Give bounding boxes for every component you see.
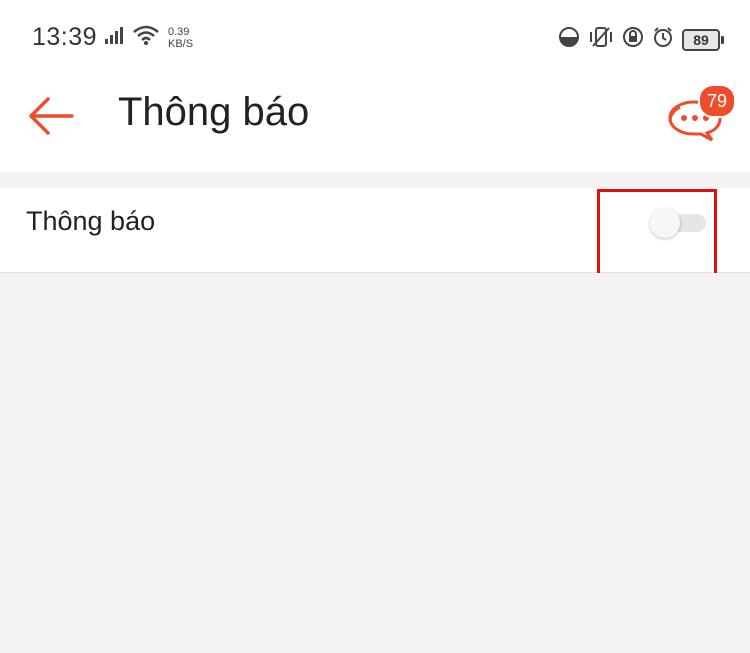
empty-content-area (0, 273, 750, 653)
status-bar: 13:39 0.39 KB/S 89 (0, 0, 750, 72)
arrow-left-icon (22, 97, 82, 146)
network-speed: 0.39 KB/S (168, 26, 193, 50)
chat-button[interactable]: 79 (668, 84, 736, 142)
data-saver-icon (558, 26, 580, 53)
network-speed-unit: KB/S (168, 37, 194, 50)
status-time: 13:39 (32, 23, 98, 51)
battery-level: 89 (693, 31, 709, 48)
back-button[interactable] (22, 90, 82, 142)
vibrate-icon (588, 26, 614, 53)
page-title: Thông báo (118, 90, 310, 134)
status-right-icons: 89 (558, 26, 724, 53)
app-bar: Thông báo 79 (0, 72, 750, 172)
chat-bubbles-icon (668, 100, 728, 146)
status-left-icons: 0.39 KB/S (104, 24, 193, 51)
alarm-icon (652, 26, 674, 53)
section-gap (0, 172, 750, 188)
chat-badge: 79 (698, 84, 736, 118)
network-speed-value: 0.39 (168, 25, 190, 38)
setting-label: Thông báo (26, 206, 156, 236)
signal-icon (104, 25, 126, 50)
battery-icon: 89 (682, 28, 724, 51)
lock-rotation-icon (622, 26, 644, 53)
wifi-icon (132, 24, 160, 51)
